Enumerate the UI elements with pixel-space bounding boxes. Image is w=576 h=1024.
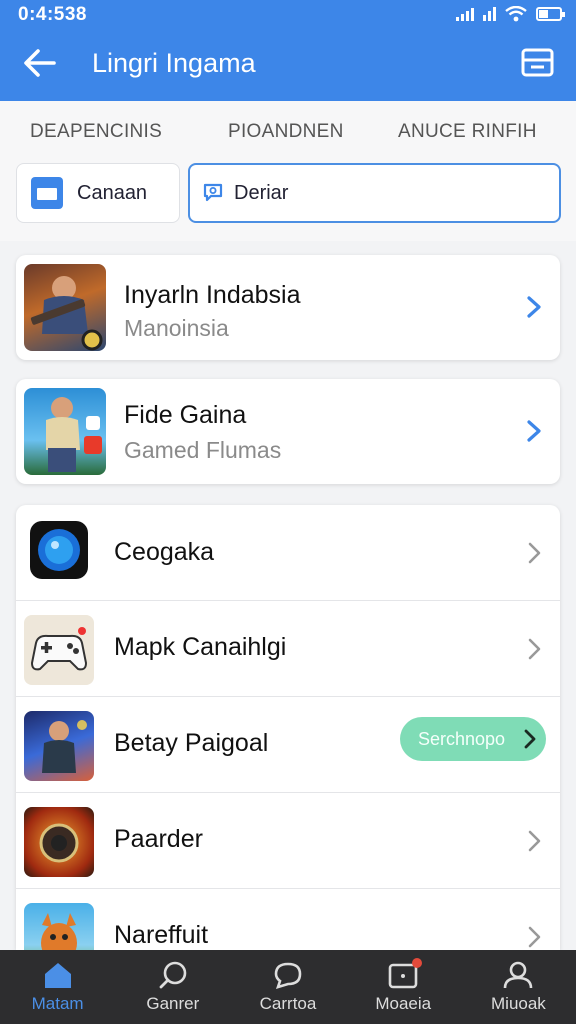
- featured-card-2[interactable]: Fide Gaina Gamed Flumas: [16, 379, 560, 484]
- chat-icon: [274, 962, 302, 989]
- featured-subtitle-2: Gamed Flumas: [124, 437, 282, 463]
- list-item-label: Mapk Canaihlgi: [114, 633, 287, 661]
- nav-label: Miuoak: [491, 994, 546, 1013]
- nav-label: Moaeia: [375, 994, 432, 1013]
- nav-item-inbox[interactable]: Moaeia: [346, 950, 461, 1024]
- back-arrow-icon[interactable]: [22, 46, 58, 80]
- search-field[interactable]: Deriar: [188, 163, 561, 223]
- camera-app-icon: [30, 521, 88, 579]
- list-item-label: Ceogaka: [114, 538, 215, 566]
- nav-item-profile[interactable]: Miuoak: [461, 950, 576, 1024]
- featured-subtitle-1: Manoinsia: [124, 315, 229, 341]
- home-icon: [44, 963, 71, 988]
- calendar-chip[interactable]: Canaan: [16, 163, 180, 223]
- search-chat-icon: [203, 183, 223, 202]
- status-icons: [456, 6, 565, 22]
- calendar-chip-label: Canaan: [77, 181, 148, 204]
- wifi-icon: [505, 6, 527, 22]
- featured-title-2: Fide Gaina: [124, 401, 247, 429]
- list-item[interactable]: Ceogaka: [16, 505, 560, 601]
- status-time: 0:4:538: [18, 4, 87, 25]
- search-icon: [159, 961, 187, 989]
- game-character-icon: [24, 711, 94, 781]
- signal-icon: [456, 7, 474, 21]
- filter-tab-2[interactable]: PIOANDNEN: [228, 121, 344, 143]
- bottom-nav: Matam Ganrer Carrtoa Moaeia Miuoak: [0, 950, 576, 1024]
- list-item-label: Paarder: [114, 825, 203, 853]
- signal-2-icon: [483, 7, 496, 21]
- nav-item-chat[interactable]: Carrtoa: [230, 950, 345, 1024]
- featured-title-1: Inyarln Indabsia: [124, 281, 301, 309]
- chevron-right-icon: [527, 296, 541, 318]
- notification-badge: [411, 958, 422, 968]
- game-hero-icon: [24, 388, 106, 475]
- filter-tab-1[interactable]: DEAPENCINIS: [30, 121, 162, 143]
- nav-label: Matam: [31, 994, 84, 1013]
- list-item[interactable]: Betay Paigoal Serchnopo: [16, 697, 560, 793]
- search-field-label: Deriar: [234, 181, 289, 204]
- nav-label: Ganrer: [146, 994, 200, 1013]
- chevron-right-icon: [528, 830, 541, 852]
- chevron-right-icon: [524, 729, 536, 749]
- list-item[interactable]: Paarder: [16, 793, 560, 889]
- chevron-right-icon: [528, 926, 541, 948]
- list-item[interactable]: Mapk Canaihlgi: [16, 601, 560, 697]
- app-bar: 0:4:538 Lingri Ingama: [0, 0, 576, 101]
- filter-area: DEAPENCINIS PIOANDNEN ANUCE RINFIH Canaa…: [0, 101, 576, 241]
- list-item-label: Nareffuit: [114, 921, 209, 949]
- gamepad-icon: [24, 615, 94, 685]
- chevron-right-icon: [528, 638, 541, 660]
- cartoon-fox-icon: [24, 903, 94, 950]
- chevron-right-icon: [527, 420, 541, 442]
- inbox-tray-icon[interactable]: [521, 47, 554, 78]
- nav-item-search[interactable]: Ganrer: [115, 950, 230, 1024]
- filter-tab-3[interactable]: ANUCE RINFIH: [398, 121, 537, 143]
- list-item-label: Betay Paigoal: [114, 729, 269, 757]
- list-item[interactable]: Nareffuit: [16, 889, 560, 950]
- app-list: Ceogaka Mapk Canaihlgi Betay Paigoal Ser…: [16, 505, 560, 950]
- nav-label: Carrtoa: [259, 994, 317, 1013]
- nav-item-home[interactable]: Matam: [0, 950, 115, 1024]
- action-pill-label: Serchnopo: [418, 728, 506, 749]
- calendar-icon: [31, 177, 63, 209]
- featured-card-1[interactable]: Inyarln Indabsia Manoinsia: [16, 255, 560, 360]
- chevron-right-icon: [528, 542, 541, 564]
- profile-icon: [504, 961, 533, 989]
- page-title: Lingri Ingama: [92, 48, 256, 78]
- action-pill-button[interactable]: Serchnopo: [400, 717, 546, 761]
- game-warrior-icon: [24, 264, 106, 351]
- game-emblem-icon: [24, 807, 94, 877]
- battery-icon: [536, 7, 565, 21]
